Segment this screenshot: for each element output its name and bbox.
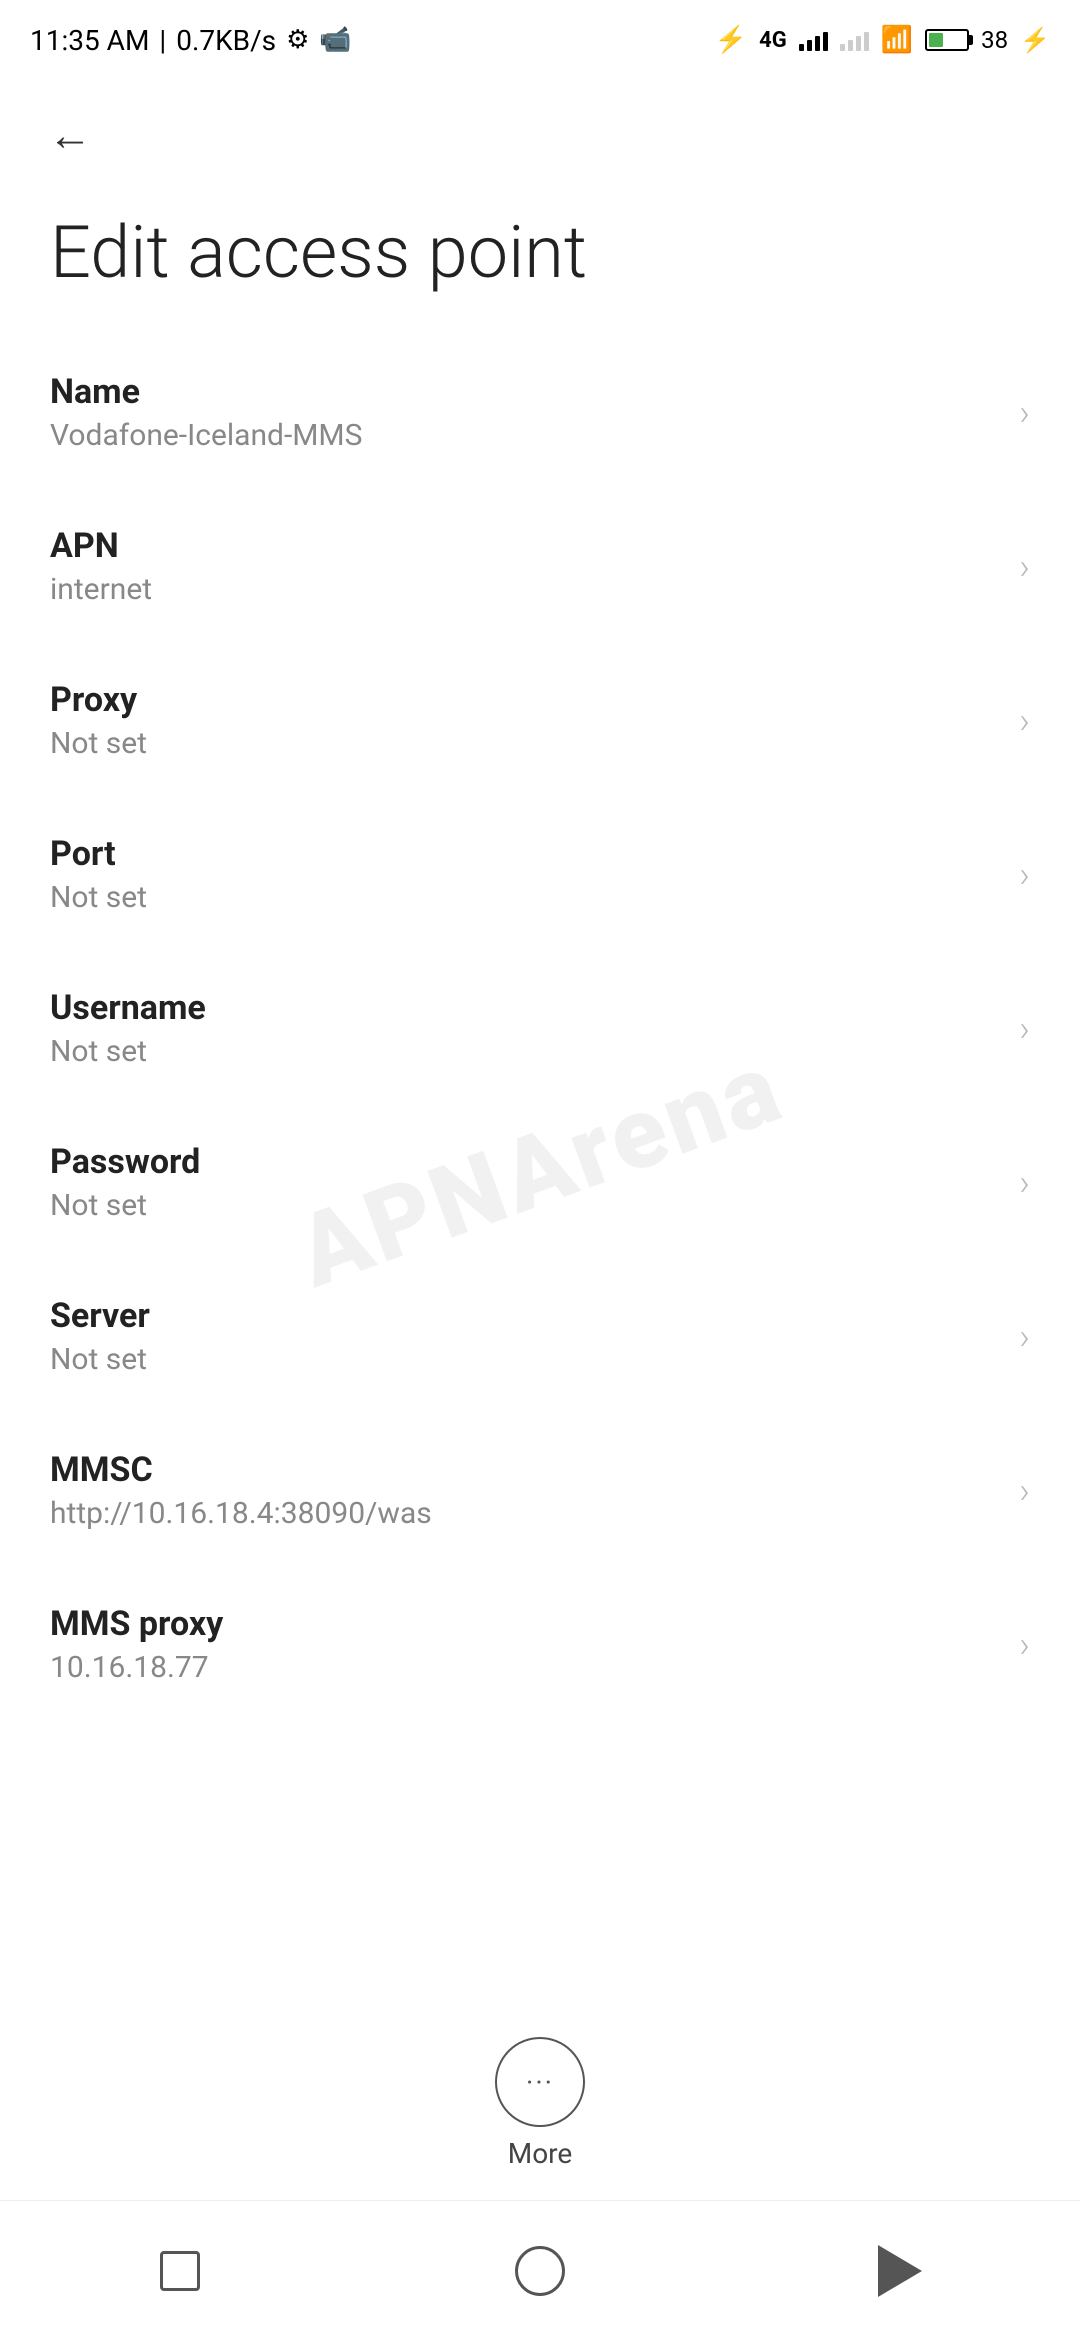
settings-label-mms-proxy: MMS proxy <box>50 1604 999 1644</box>
back-button[interactable]: ← <box>40 105 100 165</box>
charging-icon: ⚡ <box>1020 26 1050 54</box>
time-display: 11:35 AM <box>30 24 149 57</box>
nav-back-button[interactable] <box>860 2231 940 2311</box>
chevron-icon-port: › <box>1019 854 1030 896</box>
chevron-icon-apn: › <box>1019 546 1030 588</box>
settings-value-mmsc: http://10.16.18.4:38090/was <box>50 1496 999 1531</box>
signal-4g-icon: 4G <box>759 28 787 53</box>
status-bar: 11:35 AM | 0.7KB/s ⚙ 📹 ⚡ 4G 📶 38 ⚡ <box>0 0 1080 80</box>
chevron-icon-password: › <box>1019 1162 1030 1204</box>
settings-item-apn[interactable]: APN internet › <box>0 490 1080 644</box>
more-button-circle: ··· <box>495 2037 585 2127</box>
settings-item-content-username: Username Not set <box>50 988 999 1069</box>
separator: | <box>159 24 166 57</box>
settings-item-content-proxy: Proxy Not set <box>50 680 999 761</box>
settings-list: Name Vodafone-Iceland-MMS › APN internet… <box>0 336 1080 1722</box>
settings-label-server: Server <box>50 1296 999 1336</box>
settings-item-content-server: Server Not set <box>50 1296 999 1377</box>
settings-item-content-apn: APN internet <box>50 526 999 607</box>
chevron-icon-server: › <box>1019 1316 1030 1358</box>
nav-recents-button[interactable] <box>140 2231 220 2311</box>
bluetooth-icon: ⚡ <box>715 25 747 55</box>
settings-label-port: Port <box>50 834 999 874</box>
settings-item-content-port: Port Not set <box>50 834 999 915</box>
battery-percent: 38 <box>981 26 1008 54</box>
settings-item-port[interactable]: Port Not set › <box>0 798 1080 952</box>
page-title: Edit access point <box>50 210 1030 296</box>
settings-value-server: Not set <box>50 1342 999 1377</box>
signal-strength-2 <box>840 29 869 51</box>
more-button-label: More <box>508 2137 573 2170</box>
settings-icon: ⚙ <box>286 25 309 55</box>
settings-value-mms-proxy: 10.16.18.77 <box>50 1650 999 1685</box>
settings-value-port: Not set <box>50 880 999 915</box>
more-button[interactable]: ··· More <box>495 2037 585 2170</box>
settings-label-apn: APN <box>50 526 999 566</box>
chevron-icon-proxy: › <box>1019 700 1030 742</box>
settings-item-content-password: Password Not set <box>50 1142 999 1223</box>
settings-item-proxy[interactable]: Proxy Not set › <box>0 644 1080 798</box>
back-arrow-icon: ← <box>48 109 92 161</box>
status-left: 11:35 AM | 0.7KB/s ⚙ 📹 <box>30 24 352 57</box>
navigation-bar <box>0 2200 1080 2340</box>
nav-home-button[interactable] <box>500 2231 580 2311</box>
chevron-icon-mms-proxy: › <box>1019 1624 1030 1666</box>
chevron-icon-username: › <box>1019 1008 1030 1050</box>
settings-label-mmsc: MMSC <box>50 1450 999 1490</box>
settings-label-username: Username <box>50 988 999 1028</box>
nav-square-icon <box>160 2251 200 2291</box>
settings-label-proxy: Proxy <box>50 680 999 720</box>
settings-value-username: Not set <box>50 1034 999 1069</box>
nav-triangle-icon <box>878 2245 922 2297</box>
settings-item-content-name: Name Vodafone-Iceland-MMS <box>50 372 999 453</box>
settings-value-proxy: Not set <box>50 726 999 761</box>
network-speed: 0.7KB/s <box>176 24 276 57</box>
more-dots-icon: ··· <box>526 2066 554 2099</box>
settings-item-mmsc[interactable]: MMSC http://10.16.18.4:38090/was › <box>0 1414 1080 1568</box>
status-right: ⚡ 4G 📶 38 ⚡ <box>715 25 1050 55</box>
wifi-icon: 📶 <box>881 25 913 55</box>
settings-value-name: Vodafone-Iceland-MMS <box>50 418 999 453</box>
settings-label-name: Name <box>50 372 999 412</box>
chevron-icon-mmsc: › <box>1019 1470 1030 1512</box>
settings-item-content-mms-proxy: MMS proxy 10.16.18.77 <box>50 1604 999 1685</box>
battery-indicator <box>925 29 969 51</box>
settings-item-name[interactable]: Name Vodafone-Iceland-MMS › <box>0 336 1080 490</box>
top-navigation: ← <box>0 80 1080 190</box>
camera-icon: 📹 <box>319 25 351 55</box>
settings-value-password: Not set <box>50 1188 999 1223</box>
settings-label-password: Password <box>50 1142 999 1182</box>
settings-item-username[interactable]: Username Not set › <box>0 952 1080 1106</box>
settings-item-mms-proxy[interactable]: MMS proxy 10.16.18.77 › <box>0 1568 1080 1722</box>
signal-strength-1 <box>799 29 828 51</box>
nav-circle-icon <box>515 2246 565 2296</box>
page-title-container: Edit access point <box>0 190 1080 336</box>
settings-item-server[interactable]: Server Not set › <box>0 1260 1080 1414</box>
settings-value-apn: internet <box>50 572 999 607</box>
chevron-icon-name: › <box>1019 392 1030 434</box>
settings-item-password[interactable]: Password Not set › <box>0 1106 1080 1260</box>
settings-item-content-mmsc: MMSC http://10.16.18.4:38090/was <box>50 1450 999 1531</box>
